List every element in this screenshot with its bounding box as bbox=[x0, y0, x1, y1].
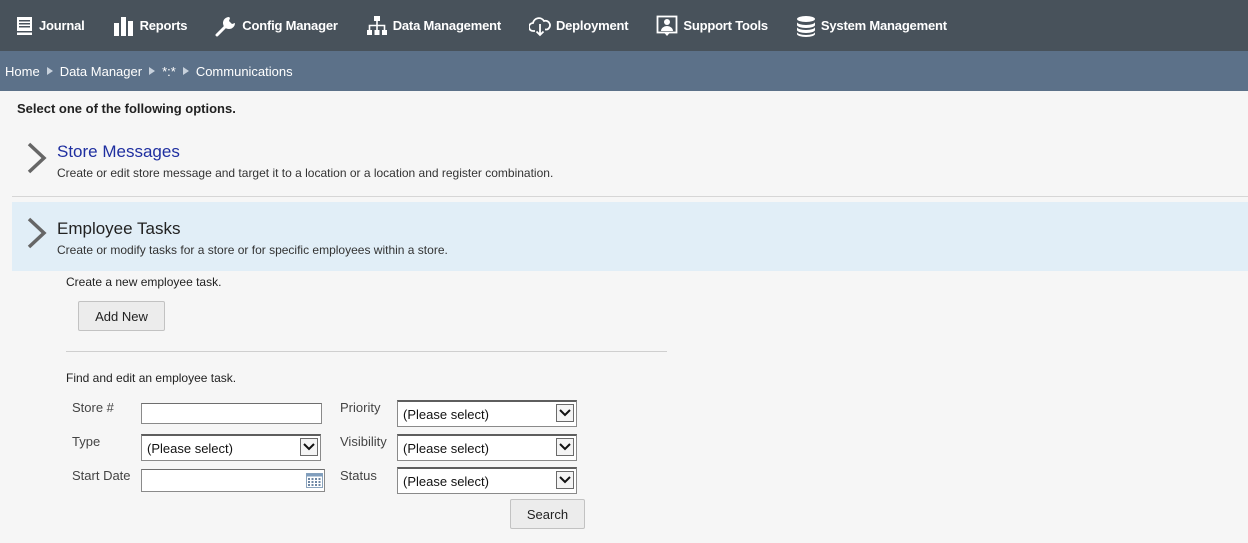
chevron-right-icon bbox=[27, 217, 47, 249]
breadcrumb-separator-icon bbox=[182, 67, 189, 75]
chevron-down-icon bbox=[556, 404, 574, 422]
nav-config-manager[interactable]: Config Manager bbox=[215, 0, 338, 51]
database-icon bbox=[796, 15, 815, 37]
breadcrumb-org-node[interactable]: *:* bbox=[162, 64, 176, 79]
divider bbox=[66, 351, 667, 352]
cloud-download-icon bbox=[528, 16, 551, 36]
breadcrumb-communications: Communications bbox=[195, 63, 293, 79]
nav-config-manager-label: Config Manager bbox=[242, 18, 338, 33]
nav-journal-label: Journal bbox=[39, 18, 85, 33]
chevron-right-icon bbox=[27, 142, 47, 174]
nav-support-tools[interactable]: Support Tools bbox=[656, 0, 768, 51]
hierarchy-icon bbox=[366, 15, 387, 35]
nav-reports[interactable]: Reports bbox=[113, 0, 188, 51]
wrench-icon bbox=[215, 16, 236, 36]
chevron-down-icon bbox=[556, 471, 574, 489]
nav-support-tools-label: Support Tools bbox=[683, 18, 768, 33]
visibility-select-value: (Please select) bbox=[403, 441, 489, 456]
nav-system-management-label: System Management bbox=[820, 18, 947, 33]
nav-reports-label: Reports bbox=[139, 18, 188, 33]
start-date-input[interactable] bbox=[141, 469, 325, 492]
create-task-text: Create a new employee task. bbox=[66, 275, 222, 289]
breadcrumb-separator-icon bbox=[46, 67, 53, 75]
type-label: Type bbox=[72, 434, 101, 449]
store-number-input[interactable] bbox=[141, 403, 322, 424]
option-description: Create or edit store message and target … bbox=[57, 166, 554, 180]
nav-data-management[interactable]: Data Management bbox=[366, 0, 501, 51]
type-select[interactable]: (Please select) bbox=[141, 434, 321, 461]
option-title[interactable]: Employee Tasks bbox=[57, 219, 180, 239]
option-description: Create or modify tasks for a store or fo… bbox=[57, 243, 448, 257]
status-label: Status bbox=[340, 468, 377, 483]
reports-icon bbox=[113, 16, 133, 36]
visibility-select[interactable]: (Please select) bbox=[397, 434, 577, 461]
breadcrumb-home[interactable]: Home bbox=[5, 64, 40, 79]
instruction-text: Select one of the following options. bbox=[17, 101, 236, 116]
breadcrumb-separator-icon bbox=[149, 67, 156, 75]
support-person-icon bbox=[656, 15, 678, 36]
priority-label: Priority bbox=[340, 400, 381, 415]
visibility-label: Visibility bbox=[340, 434, 387, 449]
store-number-label: Store # bbox=[72, 400, 114, 415]
top-navigation: Journal Reports Config Manager Data Mana… bbox=[0, 0, 1248, 51]
nav-journal[interactable]: Journal bbox=[16, 0, 85, 51]
nav-data-management-label: Data Management bbox=[392, 18, 501, 33]
calendar-icon[interactable] bbox=[306, 473, 323, 488]
type-select-value: (Please select) bbox=[147, 441, 233, 456]
nav-system-management[interactable]: System Management bbox=[796, 0, 947, 51]
option-employee-tasks[interactable]: Employee Tasks Create or modify tasks fo… bbox=[12, 202, 1248, 271]
journal-icon bbox=[17, 16, 32, 35]
nav-deployment[interactable]: Deployment bbox=[528, 0, 629, 51]
add-new-button[interactable]: Add New bbox=[78, 301, 165, 331]
option-store-messages[interactable]: Store Messages Create or edit store mess… bbox=[12, 127, 1248, 197]
chevron-down-icon bbox=[556, 438, 574, 456]
search-button[interactable]: Search bbox=[510, 499, 585, 529]
chevron-down-icon bbox=[300, 438, 318, 456]
option-title[interactable]: Store Messages bbox=[57, 142, 180, 162]
breadcrumb: Home Data Manager *:* Communications bbox=[0, 51, 1248, 91]
status-select[interactable]: (Please select) bbox=[397, 467, 577, 494]
priority-select-value: (Please select) bbox=[403, 407, 489, 422]
status-select-value: (Please select) bbox=[403, 474, 489, 489]
start-date-label: Start Date bbox=[72, 468, 131, 483]
breadcrumb-data-manager[interactable]: Data Manager bbox=[60, 64, 142, 79]
nav-deployment-label: Deployment bbox=[555, 18, 629, 33]
priority-select[interactable]: (Please select) bbox=[397, 400, 577, 427]
find-task-text: Find and edit an employee task. bbox=[66, 371, 237, 385]
